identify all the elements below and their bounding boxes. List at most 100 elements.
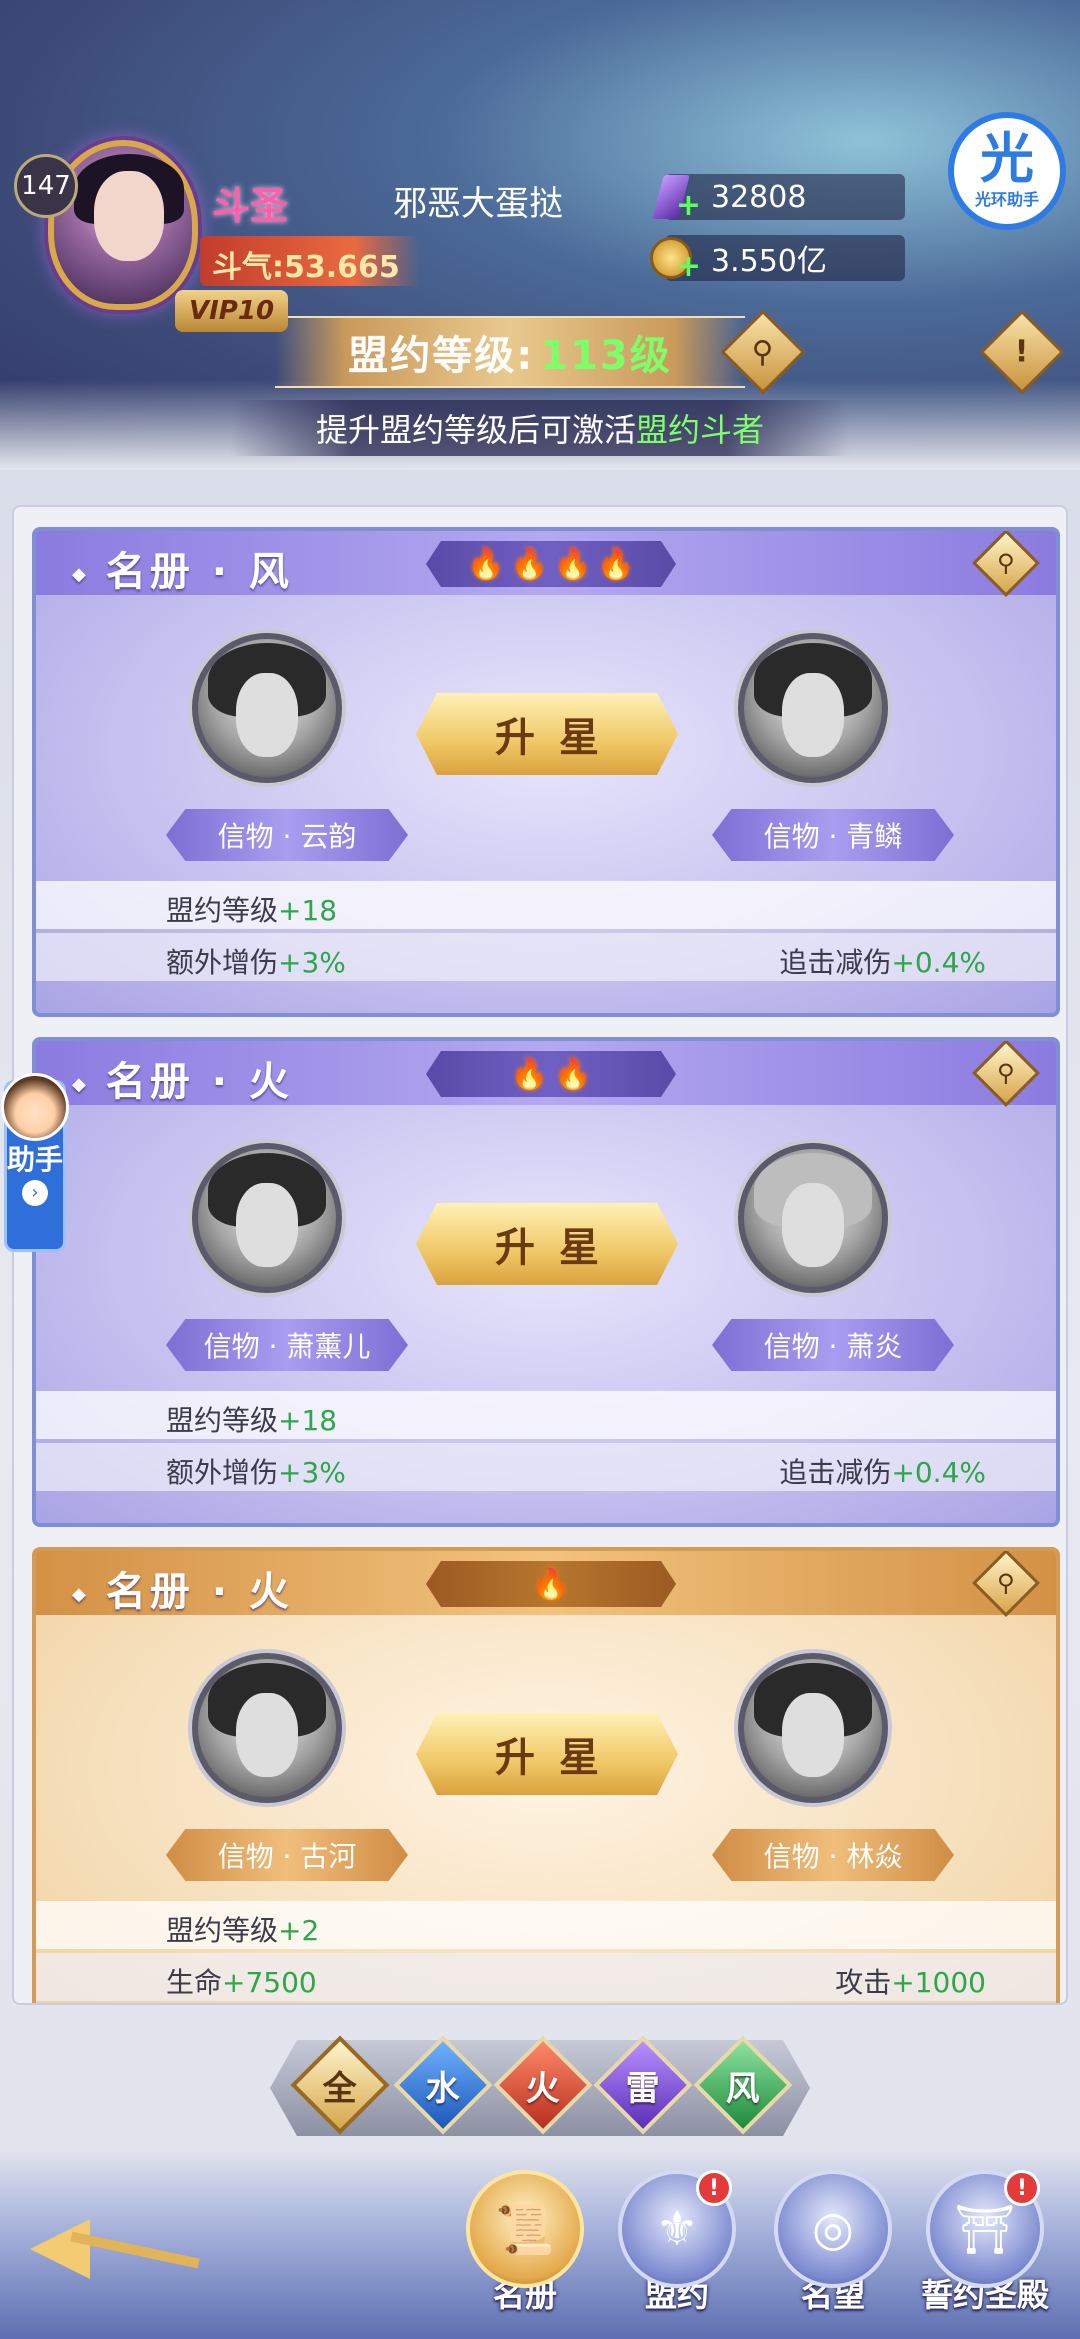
portrait-left[interactable] [192, 1143, 342, 1293]
stat-row: 额外增伤+3% 追击减伤+0.4% [36, 933, 1056, 981]
alliance-level-value: 113级 [540, 333, 672, 379]
stat-value: +0.4% [891, 1456, 986, 1489]
alert-badge-icon: ! [1004, 2170, 1040, 2206]
roster-card: 名册 · 火 🔥 ⚲ 升星 信物 · 古河 信物 · 林焱 盟约等级+2 生命+… [32, 1547, 1060, 2003]
stat-value: +7500 [222, 1966, 317, 1999]
flame-star-icon: 🔥 [597, 546, 635, 582]
card-title: 名册 · 风 [72, 539, 293, 597]
chevron-right-icon: › [22, 1179, 48, 1206]
crystal-icon: + [649, 175, 701, 223]
crystal-amount: 32808 [711, 179, 807, 215]
alliance-level-label: 盟约等级: [348, 333, 535, 379]
stat-label: 盟约等级 [166, 1404, 279, 1437]
card-stars: 🔥 🔥 [426, 1051, 676, 1097]
player-level-badge: 147 [14, 154, 78, 218]
exclamation-icon: ! [1015, 334, 1029, 370]
vip-badge[interactable]: VIP10 [175, 290, 289, 332]
magnifier-icon: ⚲ [997, 1568, 1015, 1597]
flame-star-icon: 🔥 [532, 1566, 570, 1602]
flame-star-icon: 🔥 [510, 546, 548, 582]
magnifier-icon: ⚲ [997, 1058, 1015, 1087]
stat-label: 额外增伤 [166, 1456, 279, 1489]
back-arrow-icon [30, 2219, 90, 2279]
nav-roster[interactable]: 📜 名册 [460, 2170, 590, 2330]
gold-currency[interactable]: + 3.550亿 [650, 235, 905, 284]
stat-value: +2 [278, 1914, 320, 1947]
stat-row: 额外增伤+3% 追击减伤+0.4% [36, 1443, 1056, 1491]
filter-wind-label: 风 [726, 2068, 760, 2109]
assistant-side-button[interactable]: 助手 › [1, 1073, 69, 1252]
scroll-icon: 📜 [466, 2170, 584, 2288]
roster-card: 名册 · 火 🔥 🔥 ⚲ 升星 信物 · 萧薰儿 信物 · 萧炎 盟约等级+18… [32, 1037, 1060, 1527]
card-stars: 🔥 🔥 🔥 🔥 [426, 541, 676, 587]
magnifier-icon: ⚲ [752, 334, 774, 370]
gold-amount: 3.550亿 [711, 244, 827, 279]
portrait-left[interactable] [192, 633, 342, 783]
power-value: 斗气:53.665亿 [200, 236, 420, 329]
alliance-hint: 提升盟约等级后可激活 盟约斗者 [230, 400, 850, 456]
flame-star-icon: 🔥 [510, 1056, 548, 1092]
flame-star-icon: 🔥 [554, 546, 592, 582]
portrait-right[interactable] [738, 1143, 888, 1293]
hint-text: 提升盟约等级后可激活 [315, 411, 636, 449]
halo-helper-icon: 光 [980, 127, 1034, 190]
flame-star-icon: 🔥 [467, 546, 505, 582]
stat-label: 生命 [166, 1966, 223, 1999]
upgrade-star-button[interactable]: 升星 [416, 693, 678, 775]
stat-label: 盟约等级 [166, 1914, 279, 1947]
nav-fame[interactable]: ◎ 名望 [768, 2170, 898, 2330]
stat-label: 追击减伤 [779, 946, 892, 979]
roster-list[interactable]: 名册 · 风 🔥 🔥 🔥 🔥 ⚲ 升星 信物 · 云韵 信物 · 青鳞 盟约等级… [12, 505, 1068, 2005]
stat-value: +3% [278, 946, 346, 979]
filter-fire-label: 火 [526, 2068, 560, 2109]
crystal-currency[interactable]: + 32808 [652, 174, 905, 223]
gold-coin-icon: + [649, 236, 701, 284]
nav-alliance[interactable]: ⚜! 盟约 [612, 2170, 742, 2330]
token-label-left: 信物 · 萧薰儿 [166, 1319, 408, 1371]
filter-all-label: 全 [323, 2068, 357, 2109]
stat-row: 盟约等级+18 [36, 881, 1056, 929]
filter-thunder-label: 雷 [626, 2068, 660, 2109]
portrait-right[interactable] [738, 633, 888, 783]
card-title: 名册 · 火 [72, 1559, 293, 1617]
card-stars: 🔥 [426, 1561, 676, 1607]
stat-value: +0.4% [891, 946, 986, 979]
stat-label: 额外增伤 [166, 946, 279, 979]
assistant-label: 助手 [7, 1143, 64, 1176]
token-label-right: 信物 · 青鳞 [712, 809, 954, 861]
token-label-right: 信物 · 萧炎 [712, 1319, 954, 1371]
halo-helper-label: 光环助手 [974, 190, 1039, 209]
token-label-right: 信物 · 林焱 [712, 1829, 954, 1881]
magnifier-icon: ⚲ [997, 548, 1015, 577]
stat-value: +18 [278, 894, 338, 927]
card-title: 名册 · 火 [72, 1049, 293, 1107]
stat-value: +18 [278, 1404, 338, 1437]
roster-card: 名册 · 风 🔥 🔥 🔥 🔥 ⚲ 升星 信物 · 云韵 信物 · 青鳞 盟约等级… [32, 527, 1060, 1017]
stat-value: +3% [278, 1456, 346, 1489]
back-arrow-button[interactable] [30, 2215, 200, 2285]
avatar-face [94, 171, 164, 261]
flame-star-icon: 🔥 [554, 1056, 592, 1092]
fame-swirl-icon: ◎ [774, 2170, 892, 2288]
nav-oath-temple[interactable]: ⛩! 誓约圣殿 [920, 2170, 1050, 2330]
stat-row: 盟约等级+18 [36, 1391, 1056, 1439]
portrait-left[interactable] [192, 1653, 342, 1803]
stat-value: +1000 [891, 1966, 986, 1999]
token-label-left: 信物 · 古河 [166, 1829, 408, 1881]
alert-badge-icon: ! [696, 2170, 732, 2206]
stat-label: 盟约等级 [166, 894, 279, 927]
halo-helper-button[interactable]: 光 光环助手 [948, 112, 1066, 230]
upgrade-star-button[interactable]: 升星 [416, 1203, 678, 1285]
temple-icon: ⛩! [926, 2170, 1044, 2288]
player-name: 邪恶大蛋挞 [393, 184, 563, 224]
filter-water-label: 水 [426, 2068, 460, 2109]
portrait-right[interactable] [738, 1653, 888, 1803]
hint-highlight: 盟约斗者 [636, 411, 765, 449]
token-label-left: 信物 · 云韵 [166, 809, 408, 861]
upgrade-star-button[interactable]: 升星 [416, 1713, 678, 1795]
stat-label: 攻击 [835, 1966, 892, 1999]
rank-title: 斗圣 [212, 184, 289, 228]
stat-row: 生命+7500 攻击+1000 [36, 1953, 1056, 2001]
stat-label: 追击减伤 [779, 1456, 892, 1489]
alliance-level-banner: 盟约等级: 113级 [275, 316, 745, 388]
